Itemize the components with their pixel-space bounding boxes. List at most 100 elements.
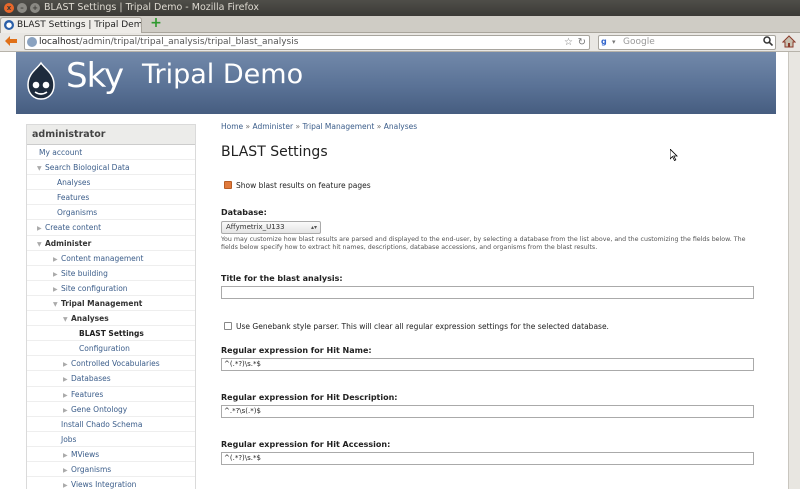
- sidebar-item-content-management[interactable]: ▶ Content management: [27, 251, 195, 266]
- hit-description-input[interactable]: ^.*?\s(.*)$: [221, 405, 754, 418]
- sidebar-item-label: Controlled Vocabularies: [71, 359, 160, 369]
- window-titlebar: x – + BLAST Settings | Tripal Demo - Moz…: [0, 0, 800, 16]
- admin-sidebar: administrator My account ▼ Search Biologic…: [26, 124, 196, 489]
- collapsed-arrow-icon: ▶: [63, 406, 68, 414]
- breadcrumb-administer[interactable]: Administer: [253, 122, 294, 131]
- sidebar-item-site-configuration[interactable]: ▶ Site configuration: [27, 281, 195, 296]
- sidebar-item-label: Views Integration: [71, 480, 137, 489]
- search-bar[interactable]: g ▾ Google: [598, 35, 776, 50]
- expanded-arrow-icon: ▼: [53, 300, 58, 308]
- sidebar-menu: My account ▼ Search Biological Data Analyse…: [27, 145, 195, 489]
- sidebar-item-jobs[interactable]: Jobs: [27, 432, 195, 447]
- bookmark-star-icon[interactable]: ☆: [564, 36, 573, 49]
- database-select[interactable]: Affymetrix_U133 ▴▾: [221, 221, 321, 234]
- sidebar-item-create-content[interactable]: ▶ Create content: [27, 220, 195, 236]
- sidebar-item-label: Administer: [45, 238, 92, 248]
- back-arrow-icon: [5, 36, 17, 46]
- drupal-favicon-icon: ●: [4, 20, 14, 30]
- sidebar-item-features[interactable]: ▶ Features: [27, 387, 195, 402]
- drupal-logo-icon[interactable]: [25, 61, 57, 101]
- logo-wordmark[interactable]: Sky: [66, 56, 124, 96]
- hit-description-label: Regular expression for Hit Description:: [221, 393, 398, 402]
- collapsed-arrow-icon: ▶: [63, 361, 68, 369]
- hit-name-label: Regular expression for Hit Name:: [221, 346, 372, 355]
- sidebar-item-label: My account: [39, 148, 83, 157]
- page-scrollbar[interactable]: [788, 52, 800, 489]
- sidebar-item-mviews[interactable]: ▶ MViews: [27, 447, 195, 462]
- sidebar-item-label: Organisms: [71, 464, 112, 474]
- url-host: localhost: [39, 37, 80, 47]
- breadcrumb-separator: »: [295, 122, 301, 131]
- database-select-value: Affymetrix_U133: [226, 223, 285, 231]
- tab-label: BLAST Settings | Tripal Demo: [17, 20, 142, 30]
- expanded-arrow-icon: ▼: [63, 316, 68, 324]
- sidebar-item-gene-ontology[interactable]: ▶ Gene Ontology: [27, 402, 195, 417]
- blast-title-input[interactable]: [221, 286, 754, 299]
- breadcrumb-separator: »: [376, 122, 382, 131]
- collapsed-arrow-icon: ▶: [53, 270, 58, 278]
- sidebar-item-site-building[interactable]: ▶ Site building: [27, 266, 195, 281]
- window-maximize-button[interactable]: +: [30, 3, 40, 13]
- home-button[interactable]: [781, 35, 797, 50]
- breadcrumb-tripal-management[interactable]: Tripal Management: [302, 122, 374, 131]
- genbank-parser-checkbox[interactable]: [224, 322, 232, 330]
- sidebar-item-label: Tripal Management: [61, 298, 143, 308]
- sidebar-item-views-integration[interactable]: ▶ Views Integration: [27, 477, 195, 489]
- collapsed-arrow-icon: ▶: [37, 225, 42, 233]
- genbank-parser-label[interactable]: Use Genebank style parser. This will cle…: [236, 322, 609, 331]
- sidebar-item-label: Configuration: [79, 344, 130, 354]
- google-engine-icon[interactable]: g: [601, 37, 611, 47]
- sidebar-item-label: BLAST Settings: [79, 329, 144, 339]
- url-bar[interactable]: localhost/admin/tripal/tripal_analysis/t…: [24, 35, 590, 50]
- sidebar-item-label: Features: [71, 389, 104, 399]
- breadcrumb-separator: »: [245, 122, 251, 131]
- new-tab-button[interactable]: +: [149, 16, 163, 31]
- window-close-button[interactable]: x: [4, 3, 14, 13]
- search-icon[interactable]: [763, 36, 774, 50]
- show-blast-results-label[interactable]: Show blast results on feature pages: [236, 181, 371, 190]
- sidebar-item-install-chado-schema[interactable]: Install Chado Schema: [27, 417, 195, 432]
- collapsed-arrow-icon: ▶: [63, 376, 68, 384]
- select-updown-icon: ▴▾: [310, 224, 317, 231]
- sidebar-item-analyses[interactable]: Analyses: [27, 175, 195, 191]
- sidebar-item-search-biological-data[interactable]: ▼ Search Biological Data: [27, 160, 195, 176]
- browser-window: x – + BLAST Settings | Tripal Demo - Moz…: [0, 0, 800, 489]
- main-content: Home » Administer » Tripal Management » …: [221, 122, 761, 465]
- tab-blast-settings[interactable]: ● BLAST Settings | Tripal Demo: [0, 17, 142, 33]
- collapsed-arrow-icon: ▶: [63, 391, 68, 399]
- back-button[interactable]: [3, 35, 19, 50]
- sidebar-item-label: Analyses: [71, 314, 109, 324]
- mouse-cursor-icon: [670, 149, 678, 161]
- sidebar-item-administer[interactable]: ▼ Administer: [27, 236, 195, 251]
- sidebar-item-my-account[interactable]: My account: [27, 145, 195, 161]
- navigation-toolbar: localhost/admin/tripal/tripal_analysis/t…: [0, 33, 800, 52]
- sidebar-item-controlled-vocabularies[interactable]: ▶ Controlled Vocabularies: [27, 356, 195, 372]
- page-viewport: Sky Tripal Demo administrator My account…: [0, 52, 800, 489]
- sidebar-item-label: Content management: [61, 253, 144, 263]
- window-minimize-button[interactable]: –: [17, 3, 27, 13]
- sidebar-item-organisms[interactable]: Organisms: [27, 205, 195, 221]
- breadcrumb-analyses[interactable]: Analyses: [384, 122, 417, 131]
- engine-dropdown-icon[interactable]: ▾: [612, 36, 616, 49]
- sidebar-item-organisms[interactable]: ▶ Organisms: [27, 462, 195, 478]
- sidebar-item-databases[interactable]: ▶ Databases: [27, 371, 195, 387]
- sidebar-item-label: Features: [57, 193, 90, 203]
- sidebar-item-configuration[interactable]: Configuration: [27, 341, 195, 357]
- site-header: Sky Tripal Demo: [16, 52, 776, 114]
- sidebar-item-label: Analyses: [57, 178, 91, 188]
- site-name[interactable]: Tripal Demo: [142, 59, 303, 90]
- database-label: Database:: [221, 208, 267, 217]
- sidebar-item-label: Search Biological Data: [45, 163, 130, 173]
- show-blast-results-checkbox[interactable]: [224, 181, 233, 197]
- hit-accession-input[interactable]: ^(.*?)\s.*$: [221, 452, 754, 465]
- sidebar-item-analyses[interactable]: ▼ Analyses: [27, 311, 195, 327]
- url-path: /admin/tripal/tripal_analysis/tripal_bla…: [79, 37, 299, 47]
- site-identity-icon[interactable]: [27, 37, 37, 47]
- sidebar-item-tripal-management[interactable]: ▼ Tripal Management: [27, 296, 195, 312]
- sidebar-item-features[interactable]: Features: [27, 190, 195, 206]
- reload-icon[interactable]: ↻: [578, 36, 586, 49]
- expanded-arrow-icon: ▼: [37, 240, 42, 248]
- sidebar-item-blast-settings[interactable]: BLAST Settings: [27, 326, 195, 342]
- breadcrumb-home[interactable]: Home: [221, 122, 243, 131]
- hit-name-input[interactable]: ^(.*?)\s.*$: [221, 358, 754, 371]
